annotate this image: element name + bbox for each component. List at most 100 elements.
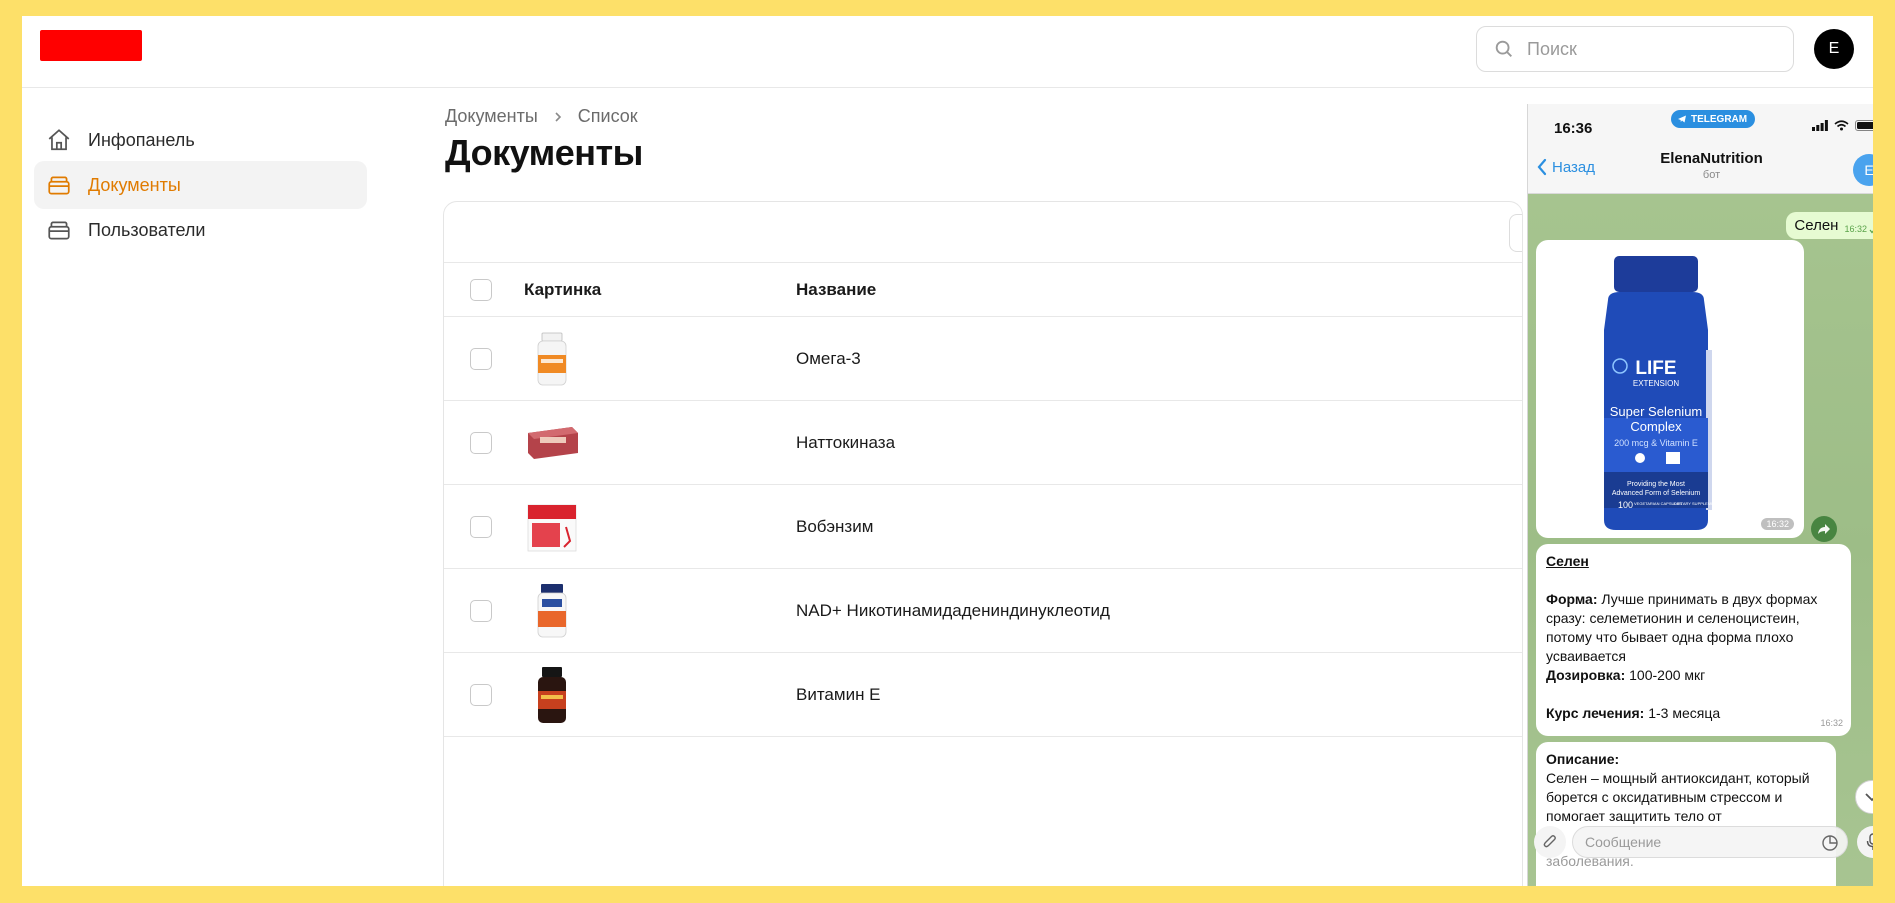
- search-input[interactable]: [1527, 38, 1767, 60]
- nad-bottle-thumbnail: [537, 583, 567, 637]
- table-row[interactable]: Витамин E: [444, 653, 1522, 737]
- microphone-icon: [1866, 833, 1873, 850]
- breadcrumb-item-list: Список: [577, 106, 638, 126]
- phone-status-bar: 16:36 TELEGRAM: [1528, 104, 1873, 144]
- column-header-name[interactable]: Название: [796, 280, 876, 300]
- label-tag2: Advanced Form of Selenium: [1612, 490, 1700, 497]
- omega-bottle-thumbnail: [537, 332, 567, 385]
- message-composer: Сообщение: [1528, 820, 1873, 864]
- row-name: NAD+ Никотинамидадениндинуклеотид: [796, 600, 1110, 620]
- wifi-icon: [1834, 120, 1849, 131]
- course-line: Курс лечения: 1-3 месяца: [1546, 704, 1841, 723]
- message-title: Селен: [1546, 553, 1589, 569]
- message2-text: Селен – мощный антиоксидант, который бор…: [1546, 770, 1810, 824]
- table-row[interactable]: Омега-3: [444, 317, 1522, 401]
- label-count: 100: [1618, 500, 1633, 510]
- page-title: Документы: [445, 132, 643, 173]
- row-name: Витамин E: [796, 684, 881, 704]
- logo[interactable]: [40, 30, 142, 61]
- telegram-badge: TELEGRAM: [1671, 110, 1756, 128]
- status-icons: [1812, 120, 1873, 131]
- sidebar-item-users[interactable]: Пользователи: [34, 206, 367, 254]
- battery-icon: [1855, 120, 1873, 131]
- label-dose: 200 mcg & Vitamin E: [1614, 438, 1698, 448]
- telegram-phone-panel: 16:36 TELEGRAM Назад ElenaNutrition бот …: [1527, 104, 1873, 886]
- form-label: Форма:: [1546, 591, 1598, 607]
- select-all-checkbox[interactable]: [470, 278, 492, 301]
- home-icon: [48, 129, 70, 151]
- outgoing-message-time: 16:32: [1844, 224, 1867, 234]
- toolbar-button[interactable]: [1509, 214, 1522, 252]
- telegram-badge-label: TELEGRAM: [1691, 113, 1748, 125]
- table-row[interactable]: Наттокиназа: [444, 401, 1522, 485]
- microphone-button[interactable]: [1857, 826, 1873, 858]
- sidebar-item-label: Пользователи: [88, 219, 206, 240]
- chat-avatar[interactable]: E: [1853, 154, 1873, 186]
- folder-icon: [48, 221, 70, 240]
- table-header: Картинка Название: [444, 263, 1522, 317]
- message-input-placeholder: Сообщение: [1585, 834, 1662, 850]
- row-checkbox[interactable]: [470, 683, 492, 706]
- double-check-icon: [1869, 229, 1873, 234]
- label-brand-sub: EXTENSION: [1633, 379, 1679, 388]
- paperclip-icon: [1543, 835, 1556, 848]
- dose-line: Дозировка: 100-200 мкг: [1546, 666, 1841, 685]
- chat-title[interactable]: ElenaNutrition: [1528, 150, 1873, 167]
- breadcrumb-item-documents[interactable]: Документы: [445, 106, 538, 127]
- chat-header: Назад ElenaNutrition бот E: [1528, 144, 1873, 194]
- top-bar: E: [22, 16, 1873, 88]
- sticker-icon[interactable]: [1821, 834, 1839, 852]
- sidebar-item-infopanel[interactable]: Инфопанель: [34, 116, 367, 164]
- dose-text: 100-200 мкг: [1625, 667, 1706, 683]
- breadcrumb: Документы Список: [445, 106, 638, 127]
- row-checkbox[interactable]: [470, 347, 492, 370]
- chevron-down-icon: [1865, 793, 1873, 802]
- share-arrow-icon: [1818, 524, 1830, 534]
- row-checkbox[interactable]: [470, 515, 492, 538]
- dose-label: Дозировка:: [1546, 667, 1626, 683]
- sidebar-item-label: Инфопанель: [88, 129, 195, 150]
- photo-time: 16:32: [1761, 518, 1794, 530]
- table-row[interactable]: Вобэнзим: [444, 485, 1522, 569]
- documents-table-card: Картинка Название Омега-3 Наттокиназа Во…: [443, 201, 1523, 886]
- label-brand: LIFE: [1635, 358, 1676, 379]
- label-tag1: Providing the Most: [1627, 481, 1685, 488]
- app-window: E Инфопанель Документы Пользователи Доку…: [22, 16, 1873, 886]
- description-message[interactable]: Селен Форма: Лучше принимать в двух форм…: [1536, 544, 1851, 736]
- telegram-icon: [1678, 115, 1686, 123]
- chevron-right-icon: [555, 111, 561, 122]
- user-avatar[interactable]: E: [1814, 29, 1854, 69]
- label-product2: Complex: [1630, 419, 1682, 434]
- signal-icon: [1812, 120, 1828, 131]
- nattokinase-box-thumbnail: [528, 426, 578, 459]
- search-box[interactable]: [1476, 26, 1794, 72]
- table-toolbar: [444, 202, 1522, 263]
- outgoing-message[interactable]: Селен 16:32: [1786, 212, 1873, 239]
- chat-area: Селен 16:32 LIFE EXTENSION Super Seleniu…: [1528, 194, 1873, 886]
- row-checkbox[interactable]: [470, 599, 492, 622]
- wobenzym-box-thumbnail: [527, 504, 577, 551]
- attach-button[interactable]: [1534, 826, 1566, 858]
- selenium-bottle-image: LIFE EXTENSION Super Selenium Complex 20…: [1604, 256, 1720, 530]
- share-button[interactable]: [1811, 516, 1837, 542]
- folder-icon: [48, 176, 70, 195]
- label-dietary: DIETARY SUPPLEMENT: [1674, 501, 1720, 506]
- row-name: Омега-3: [796, 348, 861, 368]
- description-message-2[interactable]: Описание: Селен – мощный антиоксидант, к…: [1536, 742, 1836, 886]
- search-icon: [1495, 40, 1512, 57]
- sidebar-item-label: Документы: [88, 174, 181, 195]
- table-row[interactable]: NAD+ Никотинамидадениндинуклеотид: [444, 569, 1522, 653]
- outgoing-message-text: Селен: [1794, 217, 1839, 234]
- label-product: Super Selenium: [1610, 404, 1703, 419]
- column-header-image[interactable]: Картинка: [524, 280, 601, 300]
- message2-title: Описание:: [1546, 751, 1620, 767]
- phone-time: 16:36: [1554, 120, 1593, 137]
- message-input[interactable]: Сообщение: [1572, 826, 1848, 858]
- sidebar-item-documents[interactable]: Документы: [34, 161, 367, 209]
- row-checkbox[interactable]: [470, 431, 492, 454]
- course-label: Курс лечения:: [1546, 705, 1645, 721]
- row-name: Вобэнзим: [796, 516, 874, 536]
- product-photo-message[interactable]: LIFE EXTENSION Super Selenium Complex 20…: [1536, 240, 1804, 538]
- sidebar: Инфопанель Документы Пользователи: [22, 88, 372, 886]
- scroll-down-button[interactable]: [1855, 780, 1873, 814]
